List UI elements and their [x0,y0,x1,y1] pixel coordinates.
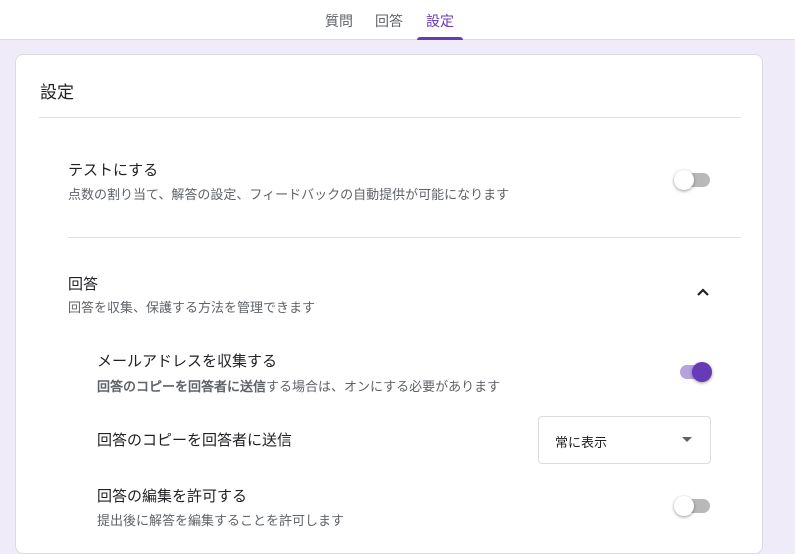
collect-email-description-rest: する場合は、オンにする必要があります [266,380,501,395]
title-divider [39,117,741,118]
quiz-toggle[interactable] [674,168,714,192]
allow-edit-title: 回答の編集を許可する [97,487,248,505]
section-divider [68,237,741,238]
chevron-up-icon[interactable] [691,281,715,305]
active-tab-indicator [417,37,463,40]
settings-card: 設定 テストにする 点数の割り当て、解答の設定、フィードバックの自動提供が可能に… [15,54,763,554]
toggle-thumb [674,496,694,516]
collect-email-description-bold: 回答のコピーを回答者に送信 [97,380,267,395]
toggle-thumb [692,362,712,382]
quiz-title: テストにする [68,161,159,179]
quiz-description: 点数の割り当て、解答の設定、フィードバックの自動提供が可能になります [68,188,510,203]
toggle-thumb [674,170,694,190]
dropdown-arrow-icon [682,437,692,442]
allow-edit-toggle[interactable] [674,494,714,518]
tab-questions[interactable]: 質問 [320,0,358,40]
send-copy-selected-value: 常に表示 [555,436,608,451]
tab-settings[interactable]: 設定 [421,0,459,40]
top-bar: 質問 回答 設定 [0,0,795,40]
collect-email-toggle[interactable] [674,360,714,384]
send-copy-title: 回答のコピーを回答者に送信 [97,431,293,449]
responses-description: 回答を収集、保護する方法を管理できます [68,301,316,316]
send-copy-select[interactable]: 常に表示 [538,416,711,464]
collect-email-description: 回答のコピーを回答者に送信する場合は、オンにする必要があります [97,376,500,395]
page-title: 設定 [40,83,74,103]
tab-bar: 質問 回答 設定 [0,0,795,40]
responses-title: 回答 [68,275,99,293]
allow-edit-description: 提出後に解答を編集することを許可します [97,514,345,529]
collect-email-title: メールアドレスを収集する [97,352,278,370]
tab-responses[interactable]: 回答 [370,0,408,40]
